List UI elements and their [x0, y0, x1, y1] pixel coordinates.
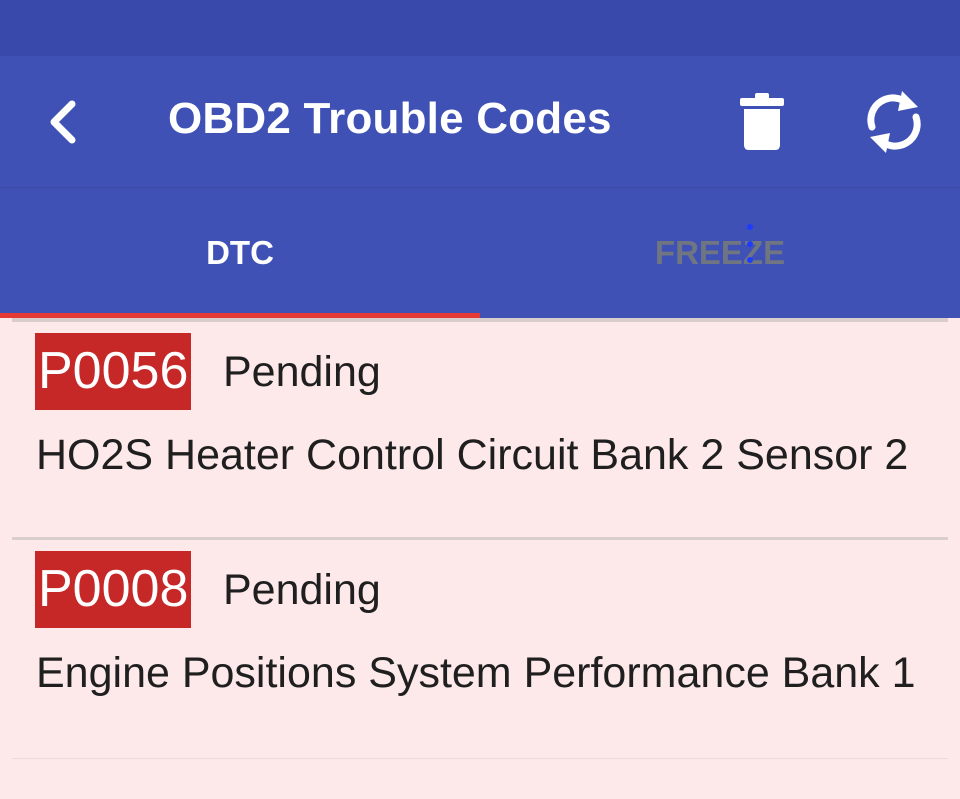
refresh-icon: [867, 91, 921, 153]
list-divider: [12, 758, 948, 759]
app-bar: OBD2 Trouble Codes: [0, 56, 960, 188]
trouble-code-list: P0056 Pending HO2S Heater Control Circui…: [0, 318, 960, 799]
delete-codes-button[interactable]: [722, 86, 802, 158]
status-bar: [0, 0, 960, 56]
back-chevron-icon: [50, 100, 76, 144]
code-description: Engine Positions System Performance Bank…: [36, 649, 916, 697]
code-status: Pending: [223, 348, 381, 396]
code-description: HO2S Heater Control Circuit Bank 2 Senso…: [36, 431, 909, 479]
back-button[interactable]: [24, 86, 104, 158]
code-status: Pending: [223, 566, 381, 614]
trash-icon: [740, 93, 784, 150]
code-badge: P0008: [35, 551, 192, 628]
loading-dots-icon: [747, 224, 753, 263]
list-item[interactable]: P0008 Pending Engine Positions System Pe…: [12, 540, 948, 758]
tab-freeze[interactable]: FREEZE: [480, 188, 960, 318]
page-title: OBD2 Trouble Codes: [168, 94, 612, 143]
refresh-button[interactable]: [852, 84, 936, 160]
list-item[interactable]: P0056 Pending HO2S Heater Control Circui…: [12, 322, 948, 540]
tab-bar: DTC FREEZE: [0, 188, 960, 318]
tab-dtc[interactable]: DTC: [0, 188, 480, 318]
code-badge: P0056: [35, 333, 192, 410]
